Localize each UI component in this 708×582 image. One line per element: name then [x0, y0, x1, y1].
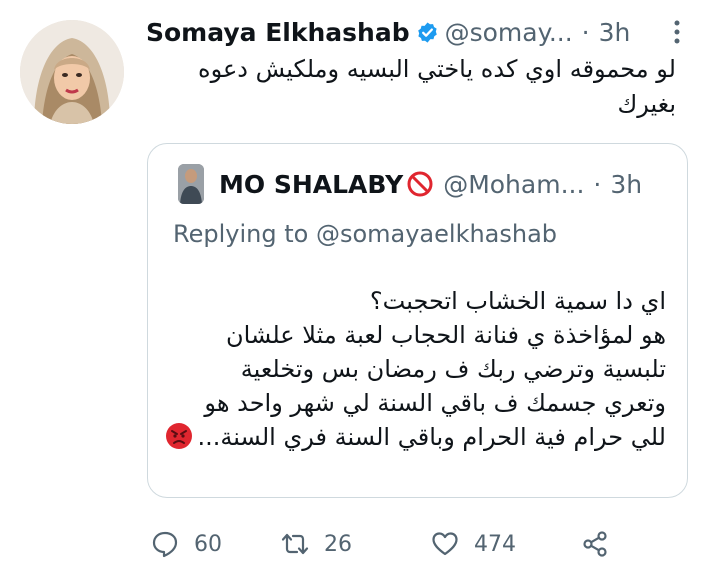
retweet-button[interactable]: 26: [280, 529, 430, 559]
replying-to-label: Replying to: [173, 220, 309, 248]
verified-badge-icon: [417, 21, 437, 43]
quoted-author-display-name[interactable]: MO SHALABY: [219, 170, 403, 199]
quoted-text-line: هو لمؤاخذة ي فنانة الحجاب لعبة مثلا علشا…: [226, 321, 666, 349]
quoted-author-avatar[interactable]: [178, 164, 204, 204]
angry-face-icon: [166, 423, 193, 449]
share-icon: [583, 531, 607, 557]
tweet-header: Somaya Elkhashab @somay... · 3h: [146, 12, 691, 52]
author-display-name[interactable]: Somaya Elkhashab: [146, 18, 410, 47]
quoted-tweet-text: اي دا سمية الخشاب اتحجبت؟ هو لمؤاخذة ي ف…: [158, 284, 666, 454]
quoted-text-line: وتعري جسمك ف باقي السنة لي شهر واحد هو: [204, 389, 666, 417]
like-button[interactable]: 474: [430, 529, 580, 559]
quoted-author-handle[interactable]: @Moham...: [443, 170, 584, 199]
retweet-count: 26: [324, 531, 352, 557]
more-icon[interactable]: [663, 18, 691, 46]
author-avatar[interactable]: [20, 20, 124, 124]
quoted-text-line: تلبسية وترضي ربك ف رمضان بس وتخلعية: [240, 355, 666, 383]
tweet-time[interactable]: 3h: [599, 18, 631, 47]
replying-to-mention[interactable]: @somayaelkhashab: [316, 220, 557, 248]
replying-to: Replying to @somayaelkhashab: [173, 220, 557, 248]
reply-button[interactable]: 60: [150, 529, 280, 559]
like-count: 474: [474, 531, 516, 557]
no-entry-icon: [407, 171, 433, 197]
quoted-separator-dot: ·: [593, 169, 602, 199]
tweet-text: لو محموقه اوي كده ياختي البسيه وملكيش دع…: [198, 55, 676, 118]
quoted-text-line: اي دا سمية الخشاب اتحجبت؟: [369, 287, 666, 315]
quoted-tweet-time[interactable]: 3h: [610, 170, 642, 199]
reply-icon: [152, 531, 178, 558]
quoted-text-line-last: للي حرام فية الحرام وباقي السنة فري السن…: [158, 420, 666, 454]
quoted-tweet[interactable]: MO SHALABY @Moham... · 3h Replying to @s…: [147, 143, 688, 498]
heart-icon: [432, 532, 458, 556]
author-handle[interactable]: @somay...: [445, 18, 573, 47]
separator-dot: ·: [581, 17, 590, 47]
quoted-text-line: للي حرام فية الحرام وباقي السنة فري السن…: [197, 423, 666, 451]
tweet-actions: 60 26 474: [150, 524, 620, 564]
reply-count: 60: [194, 531, 222, 557]
share-button[interactable]: [580, 529, 620, 559]
retweet-icon: [281, 533, 309, 555]
quoted-tweet-header: MO SHALABY @Moham... · 3h: [178, 164, 678, 204]
